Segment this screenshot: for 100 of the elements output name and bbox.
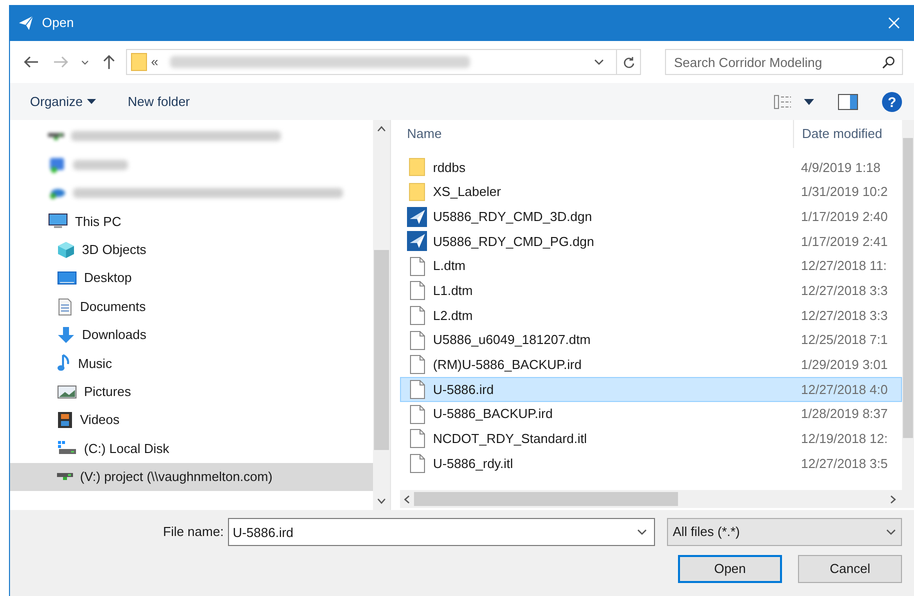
scroll-left-icon[interactable] — [404, 494, 410, 504]
column-header[interactable]: Name — [400, 120, 794, 148]
file-name: (RM)U-5886_BACKUP.ird — [433, 356, 582, 374]
network-drive-icon — [57, 473, 73, 480]
cloud-box-icon — [48, 156, 66, 174]
scroll-right-icon[interactable] — [890, 494, 896, 504]
dropdown-icon[interactable] — [636, 529, 647, 535]
blank-file-icon — [410, 355, 424, 374]
vertical-scrollbar[interactable] — [373, 120, 390, 510]
scroll-down-icon[interactable] — [377, 498, 386, 504]
cube-icon — [57, 240, 75, 259]
organize-button[interactable]: Organize — [30, 92, 96, 112]
date-modified: 12/27/2018 4:0 — [800, 380, 888, 399]
file-type-dropdown[interactable]: All files (*.*) — [666, 518, 902, 546]
date-modified: 1/29/2019 3:01 — [800, 356, 888, 374]
down-arrow-icon — [57, 326, 75, 344]
date-modified: 12/27/2018 3:3 — [800, 282, 888, 300]
sidebar-item[interactable]: This PC — [10, 207, 373, 236]
column-header[interactable]: Date modified — [794, 120, 902, 148]
vertical-scrollbar[interactable] — [902, 120, 914, 490]
file-row[interactable]: NCDOT_RDY_Standard.itl 12/19/2018 12: — [400, 426, 902, 452]
file-name: U5886_u6049_181207.dtm — [433, 331, 591, 350]
network-drive-icon — [48, 132, 64, 140]
date-modified: 12/27/2018 11: — [800, 257, 887, 276]
paper-plane-icon — [407, 206, 427, 227]
preview-pane-icon[interactable] — [838, 94, 858, 110]
new-folder-button[interactable]: New folder — [128, 92, 190, 112]
music-note-icon — [57, 354, 71, 372]
scrollbar-thumb[interactable] — [374, 250, 389, 450]
sidebar-item[interactable]: Downloads — [10, 320, 373, 350]
view-options-caret-icon[interactable] — [804, 98, 814, 104]
window-title: Open — [42, 14, 74, 32]
file-row[interactable]: L1.dtm 12/27/2018 3:3 — [400, 278, 902, 304]
help-button[interactable]: ? — [882, 92, 902, 112]
date-modified: 1/28/2019 8:37 — [800, 405, 888, 424]
close-icon — [888, 17, 900, 29]
file-row[interactable]: rddbs 4/9/2019 1:18 — [400, 155, 902, 180]
scrollbar-thumb[interactable] — [414, 492, 678, 506]
dropdown-icon — [886, 529, 896, 535]
scrollbar-thumb[interactable] — [903, 138, 913, 438]
dialog-button[interactable]: Cancel — [798, 555, 902, 583]
blank-file-icon — [410, 380, 424, 400]
file-name: U5886_RDY_CMD_PG.dgn — [433, 232, 594, 251]
sidebar-item[interactable]: Pictures — [10, 378, 373, 406]
file-row[interactable]: U5886_RDY_CMD_PG.dgn 1/17/2019 2:41 — [400, 229, 902, 254]
film-strip-icon — [57, 411, 73, 430]
file-row[interactable]: U5886_RDY_CMD_3D.dgn 1/17/2019 2:40 — [400, 204, 902, 230]
hard-drive-icon — [57, 440, 77, 456]
blank-file-icon — [410, 256, 424, 276]
date-modified: 1/31/2019 10:2 — [800, 183, 888, 202]
folder-icon — [409, 183, 425, 202]
blank-file-icon — [410, 306, 424, 325]
file-name: U-5886_BACKUP.ird — [433, 405, 553, 424]
blank-file-icon — [410, 281, 424, 300]
up-arrow-icon — [102, 54, 116, 70]
file-name: XS_Labeler — [433, 183, 501, 202]
blank-file-icon — [410, 330, 424, 350]
file-row[interactable]: U-5886.ird 12/27/2018 4:0 — [400, 377, 902, 402]
file-row[interactable]: (RM)U-5886_BACKUP.ird 1/29/2019 3:01 — [400, 352, 902, 378]
refresh-icon — [622, 56, 634, 68]
monitor-icon — [48, 213, 68, 230]
file-row[interactable]: U-5886_rdy.itl 12/27/2018 3:5 — [400, 451, 902, 476]
blank-file-icon — [410, 404, 424, 424]
sidebar-item[interactable]: (V:) project (\\vaughnmelton.com) — [10, 462, 373, 492]
caret-icon — [86, 99, 96, 104]
file-name: U-5886.ird — [433, 380, 494, 399]
file-row[interactable]: XS_Labeler 1/31/2019 10:2 — [400, 180, 902, 204]
paper-plane-icon — [407, 231, 427, 252]
date-modified: 12/19/2018 12: — [800, 430, 888, 448]
search-field[interactable]: Search Corridor Modeling — [665, 49, 903, 75]
details-view-icon[interactable] — [774, 94, 792, 108]
file-name: L.dtm — [433, 257, 466, 276]
sidebar-item[interactable]: 3D Objects — [10, 236, 373, 264]
file-row[interactable]: U5886_u6049_181207.dtm 12/25/2018 7:1 — [400, 328, 902, 352]
file-row[interactable]: U-5886_BACKUP.ird 1/28/2019 8:37 — [400, 402, 902, 427]
breadcrumb-overflow[interactable]: « — [151, 52, 158, 72]
sidebar-item[interactable]: Documents — [10, 292, 373, 321]
sidebar-item[interactable]: Desktop — [10, 264, 373, 292]
dropdown-icon[interactable] — [594, 59, 604, 65]
file-name: NCDOT_RDY_Standard.itl — [433, 430, 587, 448]
chevron-down-icon — [81, 60, 89, 64]
scroll-up-icon[interactable] — [377, 126, 386, 132]
picture-icon — [57, 384, 77, 400]
date-modified: 12/27/2018 3:5 — [800, 454, 888, 473]
paper-plane-icon — [18, 15, 34, 31]
sidebar-item[interactable]: (C:) Local Disk — [10, 434, 373, 463]
sidebar-item[interactable]: Videos — [10, 406, 373, 434]
file-row[interactable]: L.dtm 12/27/2018 11: — [400, 254, 902, 278]
horizontal-scrollbar[interactable] — [400, 490, 914, 508]
file-name: rddbs — [433, 158, 466, 177]
file-row[interactable]: L2.dtm 12/27/2018 3:3 — [400, 303, 902, 328]
file-name-label: File name: — [163, 523, 224, 542]
desktop-icon — [57, 270, 77, 286]
sidebar-item[interactable]: Music — [10, 349, 373, 378]
address-bar[interactable]: « — [126, 49, 641, 75]
date-modified: 12/25/2018 7:1 — [800, 331, 888, 350]
forward-arrow-icon — [53, 55, 69, 69]
file-name-field[interactable]: U-5886.ird — [228, 518, 655, 546]
dialog-button[interactable]: Open — [678, 555, 782, 583]
back-arrow-icon — [23, 55, 39, 69]
